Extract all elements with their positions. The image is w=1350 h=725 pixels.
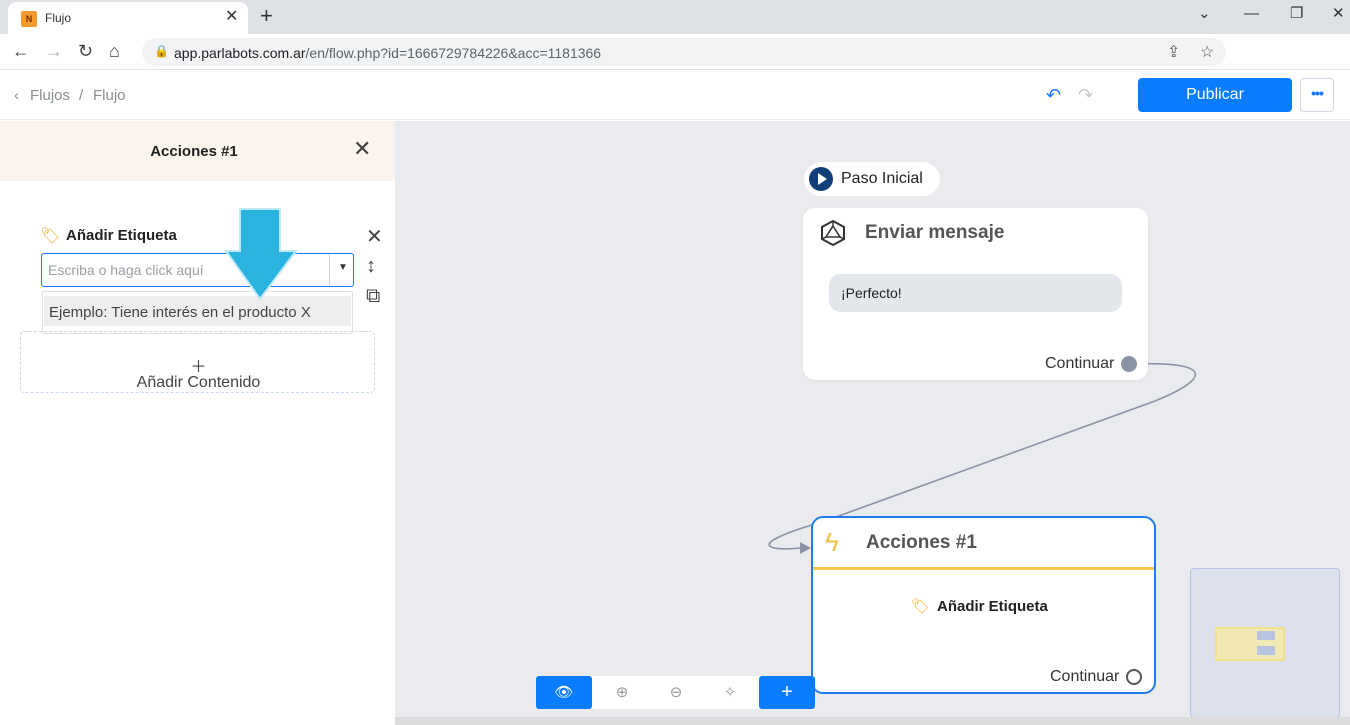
publish-button[interactable]: Publicar — [1138, 78, 1292, 112]
window-close-icon[interactable]: ✕ — [1332, 6, 1345, 22]
node-divider — [813, 567, 1154, 570]
tab-favicon-icon: N — [21, 11, 37, 27]
minimap-node — [1257, 631, 1275, 640]
lightning-icon: ϟ — [825, 527, 839, 557]
tab-search-chevron-icon[interactable]: ⌄ — [1198, 6, 1211, 22]
continue-label: Continuar — [1050, 668, 1120, 685]
redo-icon[interactable]: ↷ — [1078, 85, 1093, 106]
annotation-arrow-icon — [224, 208, 298, 301]
dice-icon — [821, 219, 845, 247]
canvas-toolbar: 👁 ⊕ ⊖ ✧ + — [536, 676, 815, 709]
send-message-node[interactable]: Enviar mensaje ¡Perfecto! Continuar — [803, 208, 1148, 380]
bookmark-star-icon[interactable]: ☆ — [1200, 42, 1214, 62]
combo-divider — [329, 254, 330, 286]
start-label: Paso Inicial — [841, 170, 923, 187]
actions-panel: Acciones #1 ✕ 🏷 Añadir Etiqueta ✕ ↕ ⧉ ▼ … — [0, 121, 395, 725]
tag-icon: 🏷 — [911, 598, 931, 615]
output-port[interactable] — [1126, 669, 1142, 685]
more-options-icon[interactable]: ••• — [1300, 78, 1334, 112]
tag-combobox[interactable]: ▼ — [41, 253, 354, 287]
share-icon[interactable]: ⇪ — [1167, 42, 1180, 62]
minimap-node — [1257, 646, 1275, 655]
address-bar: ← → ↻ ⌂ 🔒 app.parlabots.com.ar/en/flow.p… — [0, 34, 1350, 70]
back-chevron-icon[interactable]: ‹ — [14, 87, 19, 104]
browser-tab[interactable]: N Flujo ✕ — [8, 2, 248, 34]
url-text: app.parlabots.com.ar/en/flow.php?id=1666… — [174, 45, 602, 61]
node-title: Enviar mensaje — [865, 222, 1005, 243]
action-label: Añadir Etiqueta — [937, 598, 1048, 615]
panel-close-icon[interactable]: ✕ — [353, 138, 371, 160]
reorder-icon[interactable]: ↕ — [366, 256, 376, 276]
add-content-button[interactable]: ＋ Añadir Contenido — [20, 331, 375, 393]
dropdown-suggestion[interactable]: Ejemplo: Tiene interés en el producto X — [44, 296, 351, 326]
actions-node[interactable]: ϟ Acciones #1 🏷 Añadir Etiqueta Continua… — [811, 516, 1156, 694]
url-field[interactable]: 🔒 app.parlabots.com.ar/en/flow.php?id=16… — [142, 38, 1226, 66]
play-icon — [809, 167, 833, 191]
back-icon[interactable]: ← — [12, 41, 30, 61]
continue-label: Continuar — [1045, 355, 1115, 372]
zoom-in-icon[interactable]: ⊕ — [594, 676, 650, 709]
browser-tab-bar: N Flujo ✕ + ⌄ — ❐ ✕ — [0, 0, 1350, 34]
panel-title: Acciones #1 — [150, 143, 238, 160]
output-port[interactable] — [1121, 356, 1137, 372]
tab-title: Flujo — [45, 11, 72, 25]
new-tab-icon[interactable]: + — [260, 5, 273, 27]
minimize-icon[interactable]: — — [1244, 6, 1259, 22]
app-header: ‹ Flujos / Flujo ↶ ↷ Publicar ••• — [0, 71, 1350, 120]
panel-header: Acciones #1 ✕ — [0, 121, 395, 181]
lock-icon: 🔒 — [154, 44, 169, 58]
undo-icon[interactable]: ↶ — [1046, 85, 1061, 106]
message-bubble[interactable]: ¡Perfecto! — [829, 274, 1122, 312]
restore-icon[interactable]: ❐ — [1290, 6, 1303, 22]
zoom-out-icon[interactable]: ⊖ — [648, 676, 704, 709]
auto-arrange-sparkle-icon[interactable]: ✧ — [702, 676, 758, 709]
minimap[interactable] — [1190, 568, 1340, 717]
remove-action-icon[interactable]: ✕ — [366, 227, 383, 247]
start-step[interactable]: Paso Inicial — [804, 162, 940, 196]
duplicate-icon[interactable]: ⧉ — [366, 286, 380, 306]
breadcrumb-flujos[interactable]: Flujos — [30, 87, 70, 104]
minimap-viewport — [1215, 627, 1285, 661]
reload-icon[interactable]: ↻ — [78, 41, 93, 61]
preview-eye-icon[interactable]: 👁 — [536, 676, 592, 709]
flow-canvas[interactable]: Paso Inicial Enviar mensaje ¡Perfecto! C… — [395, 121, 1350, 717]
add-node-icon[interactable]: + — [759, 676, 815, 709]
add-content-label: ＋ Añadir Contenido — [136, 359, 261, 391]
tag-dropdown: Ejemplo: Tiene interés en el producto X — [42, 291, 353, 334]
breadcrumb-current: Flujo — [93, 87, 126, 104]
breadcrumb-separator: / — [79, 87, 84, 104]
home-icon[interactable]: ⌂ — [109, 41, 120, 61]
bottom-scroll-strip — [395, 717, 1350, 725]
node-title: Acciones #1 — [866, 532, 977, 553]
tag-icon: 🏷 — [40, 228, 61, 245]
caret-down-icon[interactable]: ▼ — [338, 262, 348, 273]
forward-icon[interactable]: → — [45, 41, 63, 61]
tab-close-icon[interactable]: ✕ — [225, 9, 238, 25]
action-title: Añadir Etiqueta — [66, 227, 177, 244]
